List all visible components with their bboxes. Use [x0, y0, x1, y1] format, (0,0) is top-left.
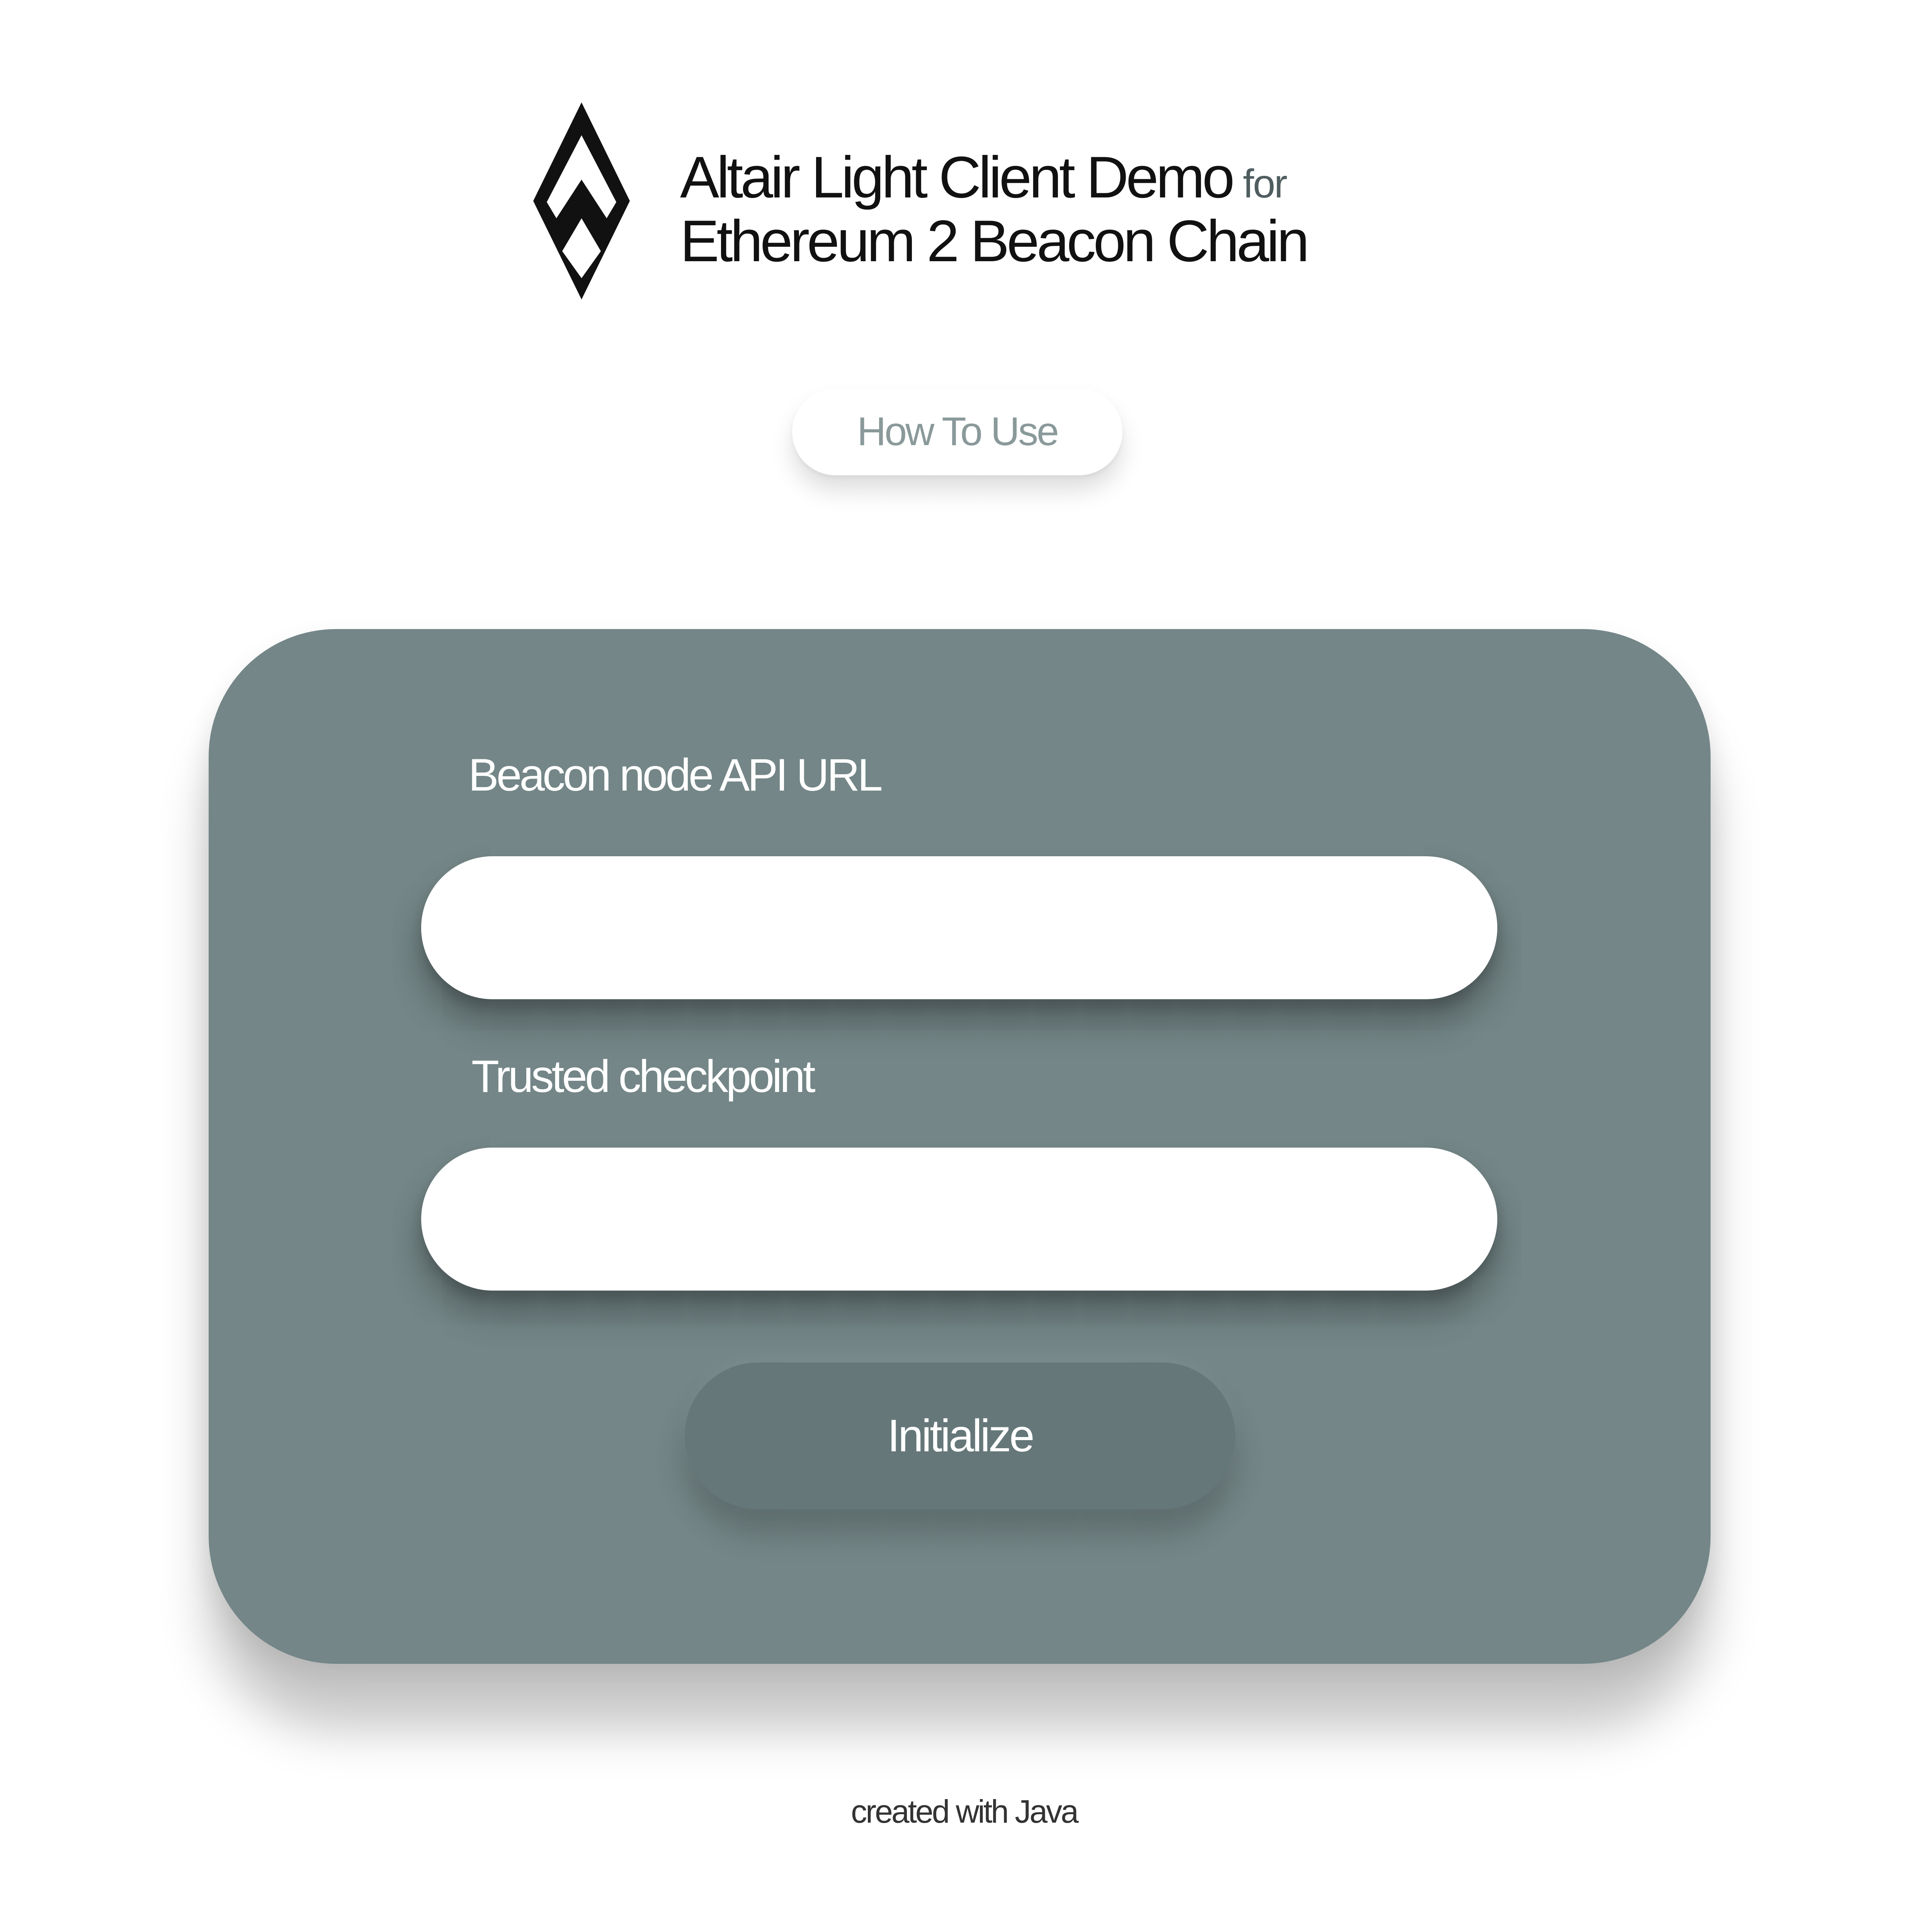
beacon-url-label: Beacon node API URL [468, 750, 883, 801]
checkpoint-input[interactable] [421, 1148, 1497, 1291]
initialize-button[interactable]: Initialize [685, 1362, 1235, 1509]
altair-diamond-logo-icon [533, 102, 630, 299]
page: Altair Light Client Demo for Ethereum 2 B… [0, 0, 1932, 1932]
title-line-1: Altair Light Client Demo for [680, 148, 1307, 213]
app-title: Altair Light Client Demo for Ethereum 2 B… [680, 148, 1310, 274]
title-for: for [1243, 162, 1287, 206]
footer-credit: created with Java [851, 1793, 1079, 1830]
title-main: Altair Light Client Demo [680, 145, 1235, 210]
title-line-2: Ethereum 2 Beacon Chain [680, 208, 1310, 274]
how-to-use-button[interactable]: How To Use [792, 388, 1122, 475]
beacon-url-input[interactable] [421, 856, 1497, 999]
checkpoint-label: Trusted checkpoint [471, 1051, 816, 1102]
init-form-card: Beacon node API URL Trusted checkpoint I… [209, 629, 1711, 1664]
